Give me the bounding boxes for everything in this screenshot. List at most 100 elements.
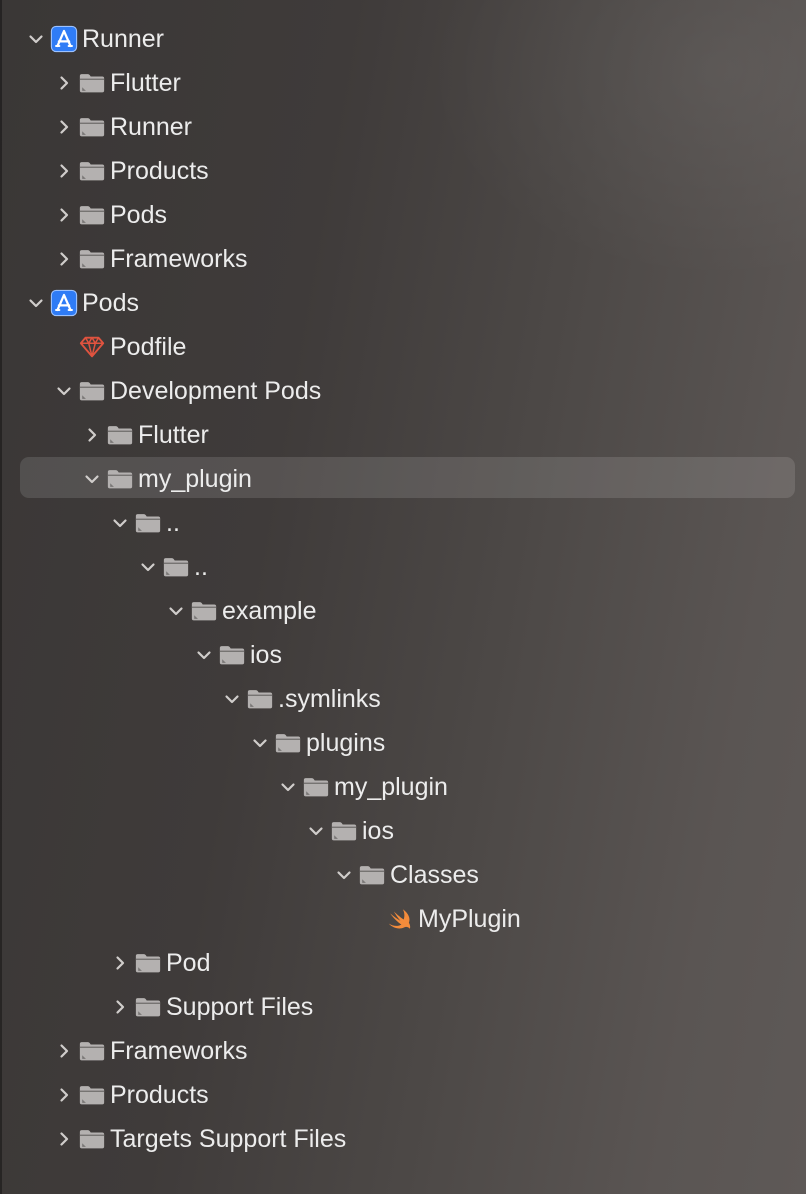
folder-icon [78,1073,106,1117]
tree-row-targets-support-files[interactable]: Targets Support Files [0,1117,806,1161]
tree-row-label: Flutter [110,69,181,97]
folder-icon [190,589,218,633]
folder-icon [246,677,274,721]
disclosure-expanded-icon[interactable] [134,545,162,589]
tree-row-dotdot[interactable]: .. [0,545,806,589]
tree-row-classes[interactable]: Classes [0,853,806,897]
folder-icon [134,985,162,1029]
disclosure-collapsed-icon[interactable] [50,105,78,149]
tree-row-plugins[interactable]: plugins [0,721,806,765]
tree-row-label: Frameworks [110,245,248,273]
disclosure-expanded-icon[interactable] [218,677,246,721]
tree-row-label: my_plugin [334,773,448,801]
tree-row-label: Pod [166,949,211,977]
tree-row-label: Development Pods [110,377,322,405]
tree-row-my-plugin[interactable]: my_plugin [0,457,806,501]
tree-row-dotdot[interactable]: .. [0,501,806,545]
tree-row-ios[interactable]: ios [0,633,806,677]
tree-row-label: Pods [82,289,139,317]
tree-row-label: plugins [306,729,386,757]
folder-icon [330,809,358,853]
folder-icon [106,413,134,457]
tree-row-pods[interactable]: Pods [0,281,806,325]
disclosure-collapsed-icon[interactable] [106,941,134,985]
folder-icon [78,237,106,281]
tree-row-podfile[interactable]: Podfile [0,325,806,369]
tree-row-label: Targets Support Files [110,1125,347,1153]
folder-icon [78,1029,106,1073]
disclosure-collapsed-icon[interactable] [50,1029,78,1073]
tree-row-runner[interactable]: Runner [0,17,806,61]
xcode-project-icon [50,17,78,61]
disclosure-expanded-icon[interactable] [190,633,218,677]
folder-icon [274,721,302,765]
tree-row-label: Frameworks [110,1037,248,1065]
tree-row-ios[interactable]: ios [0,809,806,853]
tree-row-label: Products [110,157,209,185]
tree-row-label: my_plugin [138,465,252,493]
tree-row-label: Classes [390,861,479,889]
folder-icon [134,501,162,545]
folder-icon [134,941,162,985]
disclosure-collapsed-icon[interactable] [50,149,78,193]
disclosure-collapsed-icon[interactable] [50,1073,78,1117]
tree-row-label: ios [362,817,394,845]
folder-icon [162,545,190,589]
disclosure-expanded-icon[interactable] [246,721,274,765]
folder-icon [78,369,106,413]
tree-row-my-plugin[interactable]: my_plugin [0,765,806,809]
folder-icon [78,1117,106,1161]
tree-row-frameworks[interactable]: Frameworks [0,237,806,281]
tree-row-myplugin[interactable]: MyPlugin [0,897,806,941]
tree-row-products[interactable]: Products [0,1073,806,1117]
disclosure-collapsed-icon[interactable] [50,61,78,105]
tree-row-label: Pods [110,201,167,229]
disclosure-collapsed-icon[interactable] [50,1117,78,1161]
disclosure-collapsed-icon[interactable] [106,985,134,1029]
tree-row-label: Support Files [166,993,314,1021]
tree-row-support-files[interactable]: Support Files [0,985,806,1029]
tree-row-frameworks[interactable]: Frameworks [0,1029,806,1073]
file-tree: Runner Flutter Runner Products Pods Framework… [0,0,806,1161]
swift-file-icon [386,897,414,941]
xcode-project-icon [50,281,78,325]
tree-row-pods[interactable]: Pods [0,193,806,237]
tree-row-label: .symlinks [278,685,381,713]
tree-row-label: Runner [110,113,192,141]
disclosure-expanded-icon[interactable] [274,765,302,809]
disclosure-collapsed-icon[interactable] [50,193,78,237]
folder-icon [218,633,246,677]
tree-row-label: Runner [82,25,164,53]
tree-row-symlinks[interactable]: .symlinks [0,677,806,721]
tree-row-example[interactable]: example [0,589,806,633]
tree-row-label: .. [166,509,180,537]
tree-row-label: MyPlugin [418,905,521,933]
tree-row-flutter[interactable]: Flutter [0,413,806,457]
disclosure-expanded-icon[interactable] [78,457,106,501]
folder-icon [302,765,330,809]
tree-row-pod[interactable]: Pod [0,941,806,985]
disclosure-expanded-icon[interactable] [162,589,190,633]
disclosure-collapsed-icon[interactable] [78,413,106,457]
disclosure-expanded-icon[interactable] [22,281,50,325]
tree-row-products[interactable]: Products [0,149,806,193]
tree-row-label: Podfile [110,333,187,361]
folder-icon [78,193,106,237]
tree-row-label: example [222,597,317,625]
disclosure-expanded-icon[interactable] [330,853,358,897]
tree-row-runner[interactable]: Runner [0,105,806,149]
folder-icon [78,105,106,149]
folder-icon [78,61,106,105]
disclosure-collapsed-icon[interactable] [50,237,78,281]
ruby-gem-icon [78,325,106,369]
tree-row-flutter[interactable]: Flutter [0,61,806,105]
tree-row-label: Flutter [138,421,209,449]
disclosure-expanded-icon[interactable] [50,369,78,413]
disclosure-expanded-icon[interactable] [302,809,330,853]
tree-row-development-pods[interactable]: Development Pods [0,369,806,413]
folder-icon [358,853,386,897]
disclosure-expanded-icon[interactable] [106,501,134,545]
disclosure-expanded-icon[interactable] [22,17,50,61]
folder-icon [78,149,106,193]
project-navigator: Runner Flutter Runner Products Pods Framework… [0,0,806,1194]
